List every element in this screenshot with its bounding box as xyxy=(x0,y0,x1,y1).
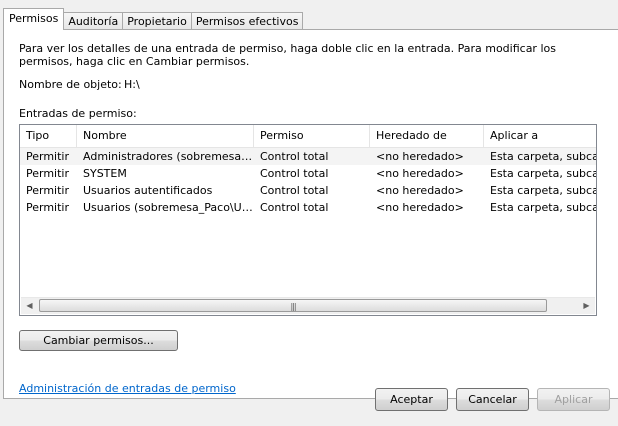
table-row[interactable]: Permitir SYSTEM Control total <no hereda… xyxy=(20,165,596,182)
object-row: Nombre de objeto: H:\ xyxy=(19,78,140,91)
column-header-nombre[interactable]: Nombre xyxy=(77,125,254,147)
cell-aplicar: Esta carpeta, subcarp xyxy=(490,184,596,197)
object-name-label: Nombre de objeto: xyxy=(19,78,122,91)
tab-propietario[interactable]: Propietario xyxy=(122,12,192,30)
cell-heredado: <no heredado> xyxy=(376,201,464,214)
cell-tipo: Permitir xyxy=(26,167,70,180)
scroll-right-arrow-icon[interactable]: ▶ xyxy=(578,298,595,314)
cell-nombre: Usuarios (sobremesa_Paco\Usu... xyxy=(83,201,254,214)
entries-label: Entradas de permiso: xyxy=(19,107,137,120)
scroll-left-arrow-icon[interactable]: ◀ xyxy=(21,298,38,314)
cell-tipo: Permitir xyxy=(26,150,70,163)
cell-aplicar: Esta carpeta, subcarp xyxy=(490,167,596,180)
change-permissions-button[interactable]: Cambiar permisos... xyxy=(19,330,178,351)
list-rows: Permitir Administradores (sobremesa_Pac.… xyxy=(20,148,596,216)
list-header: Tipo Nombre Permiso Heredado de Aplicar … xyxy=(20,125,596,148)
tab-strip: Permisos Auditoría Propietario Permisos … xyxy=(3,8,304,30)
cell-permiso: Control total xyxy=(260,184,329,197)
cell-permiso: Control total xyxy=(260,201,329,214)
cell-nombre: Usuarios autentificados xyxy=(83,184,213,197)
table-row[interactable]: Permitir Usuarios (sobremesa_Paco\Usu...… xyxy=(20,199,596,216)
table-row[interactable]: Permitir Usuarios autentificados Control… xyxy=(20,182,596,199)
column-header-permiso[interactable]: Permiso xyxy=(254,125,370,147)
scrollbar-thumb[interactable]: ||| xyxy=(39,299,547,312)
accept-button[interactable]: Aceptar xyxy=(375,388,448,411)
tab-permisos-efectivos[interactable]: Permisos efectivos xyxy=(190,12,304,30)
permission-entries-list[interactable]: Tipo Nombre Permiso Heredado de Aplicar … xyxy=(19,124,597,316)
grip-icon: ||| xyxy=(290,302,296,311)
column-header-aplicar[interactable]: Aplicar a xyxy=(484,125,596,147)
cell-permiso: Control total xyxy=(260,167,329,180)
cell-heredado: <no heredado> xyxy=(376,150,464,163)
permissions-dialog: Permisos Auditoría Propietario Permisos … xyxy=(0,0,618,426)
cell-heredado: <no heredado> xyxy=(376,167,464,180)
column-header-heredado[interactable]: Heredado de xyxy=(370,125,484,147)
cell-permiso: Control total xyxy=(260,150,329,163)
manage-entries-link[interactable]: Administración de entradas de permiso xyxy=(19,382,236,395)
cell-heredado: <no heredado> xyxy=(376,184,464,197)
tab-panel: Para ver los detalles de una entrada de … xyxy=(3,29,618,399)
cell-aplicar: Esta carpeta, subcarp xyxy=(490,201,596,214)
cell-nombre: SYSTEM xyxy=(83,167,127,180)
tab-auditoria[interactable]: Auditoría xyxy=(63,12,124,30)
cell-tipo: Permitir xyxy=(26,201,70,214)
object-name-value: H:\ xyxy=(124,78,140,91)
apply-button[interactable]: Aplicar xyxy=(537,388,610,411)
cell-tipo: Permitir xyxy=(26,184,70,197)
column-header-tipo[interactable]: Tipo xyxy=(20,125,77,147)
intro-text: Para ver los detalles de una entrada de … xyxy=(19,42,556,68)
table-row[interactable]: Permitir Administradores (sobremesa_Pac.… xyxy=(20,148,596,165)
tab-permisos[interactable]: Permisos xyxy=(3,8,65,30)
cell-aplicar: Esta carpeta, subcarp xyxy=(490,150,596,163)
horizontal-scrollbar[interactable]: ◀ ||| ▶ xyxy=(21,297,595,314)
cell-nombre: Administradores (sobremesa_Pac... xyxy=(83,150,254,163)
cancel-button[interactable]: Cancelar xyxy=(456,388,529,411)
